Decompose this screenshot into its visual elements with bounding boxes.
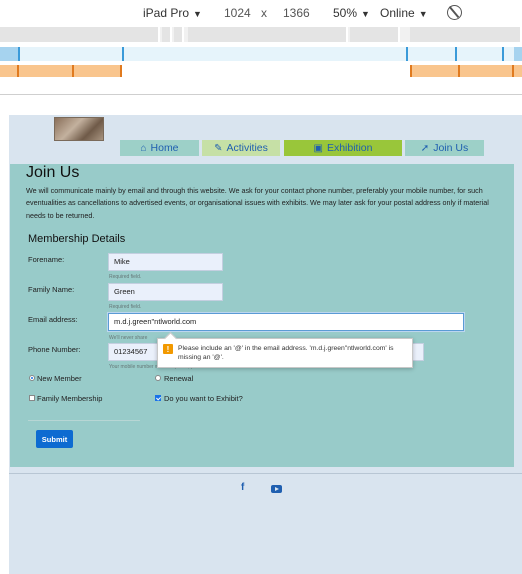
submit-button[interactable]: Submit [36,430,73,448]
nav-join-us-label: Join Us [433,142,469,154]
zoom-select[interactable]: 50% ▼ [333,6,370,20]
footer-divider [9,473,522,474]
chevron-down-icon: ▼ [193,9,202,19]
home-icon: ⌂ [140,142,147,154]
nav-home-label: Home [150,142,179,154]
dimension-separator: x [261,6,267,20]
email-field[interactable]: m.d.j.green"ntlworld.com [108,313,464,331]
exhibit-checkbox[interactable] [155,395,161,401]
nav-activities[interactable]: ✎ Activities [202,140,280,156]
family-name-field[interactable]: Green [108,283,223,301]
family-membership-label: Family Membership [37,394,103,403]
intro-text: We will communicate mainly by email and … [26,186,489,220]
email-label: Email address: [28,315,78,324]
family-name-help: Required field. [109,304,142,310]
page-viewport: ⌂ Home ✎ Activities ▣ Exhibition ➚ Join … [9,115,522,574]
page-title: Join Us [26,164,80,181]
nav-home[interactable]: ⌂ Home [120,140,199,156]
validation-message: Please include an '@' in the email addre… [178,345,394,361]
family-membership-checkbox[interactable] [29,395,35,401]
renewal-label: Renewal [164,374,194,383]
device-toolbar: iPad Pro ▼ 1024 x 1366 50% ▼ Online ▼ [0,0,522,26]
image-icon: ▣ [313,142,323,154]
rocket-icon: ➚ [420,142,430,154]
youtube-icon[interactable] [271,485,282,493]
toolbar-divider [0,94,522,95]
new-member-radio[interactable] [29,375,35,381]
family-name-label: Family Name: [28,285,75,294]
width-input[interactable]: 1024 [224,6,251,20]
rotate-icon[interactable] [447,5,462,20]
section-title: Membership Details [28,233,126,245]
nav-join-us[interactable]: ➚ Join Us [405,140,484,156]
exhibit-label: Do you want to Exhibit? [164,394,243,403]
device-select[interactable]: iPad Pro ▼ [143,6,202,20]
nav-exhibition-label: Exhibition [326,142,373,154]
join-panel: Join Us We will communicate mainly by em… [10,164,514,467]
forename-label: Forename: [28,255,65,264]
email-help: We'll never share [109,335,148,341]
new-member-label: New Member [37,374,82,383]
validation-tooltip: ! Please include an '@' in the email add… [157,338,413,368]
nav-exhibition[interactable]: ▣ Exhibition [284,140,402,156]
media-query-bar-3[interactable] [0,65,522,77]
chevron-down-icon: ▼ [361,9,370,19]
form-divider [28,420,140,421]
nav-activities-label: Activities [226,142,268,154]
site-logo[interactable] [54,117,104,141]
media-query-bar-2[interactable] [0,47,522,61]
throttle-select[interactable]: Online ▼ [380,6,428,20]
renewal-radio[interactable] [155,375,161,381]
warning-icon: ! [163,344,173,354]
phone-label: Phone Number: [28,345,81,354]
chevron-down-icon: ▼ [418,9,428,19]
forename-help: Required field. [109,274,142,280]
brush-icon: ✎ [214,142,223,154]
forename-field[interactable]: Mike [108,253,223,271]
facebook-icon[interactable]: f [241,482,244,493]
media-query-bar-1[interactable] [0,27,522,42]
height-input[interactable]: 1366 [283,6,310,20]
